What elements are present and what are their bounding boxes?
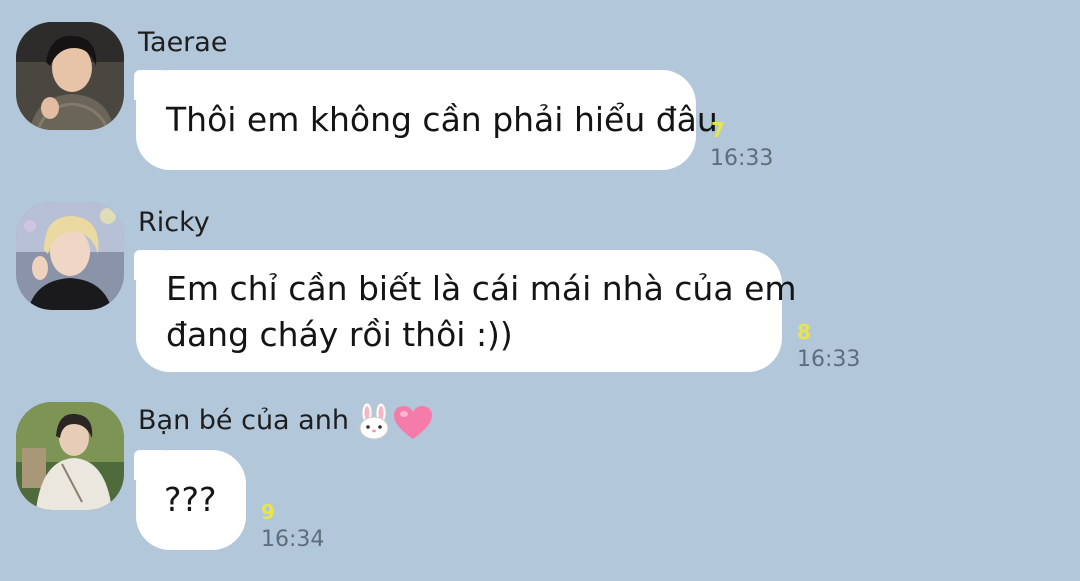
profile-photo-icon [16, 202, 124, 310]
message-text-line: đang cháy rồi thôi :)) [166, 315, 513, 354]
profile-photo-icon [16, 22, 124, 130]
message-text-line: Em chỉ cần biết là cái mái nhà của em [166, 269, 797, 308]
message-text: ??? [164, 480, 217, 519]
rabbit-face-icon [359, 403, 389, 440]
unread-count: 8 [797, 320, 811, 344]
message-time: 16:33 [797, 347, 861, 372]
unread-count: 7 [711, 118, 725, 142]
sender-name: Bạn bé của anh [138, 405, 349, 436]
message-bubble[interactable]: ??? [134, 450, 246, 550]
profile-photo-icon [16, 402, 124, 510]
pink-heart-icon [394, 406, 432, 439]
avatar-ricky[interactable] [16, 202, 124, 310]
message-time: 16:33 [710, 146, 774, 171]
chat-area[interactable]: Taerae Thôi em không cần phải hiểu đâu 7… [0, 0, 1080, 581]
unread-count: 9 [261, 500, 275, 524]
sender-name: Ricky [138, 207, 210, 238]
avatar-taerae[interactable] [16, 22, 124, 130]
message-time: 16:34 [261, 527, 325, 552]
sender-name: Taerae [138, 27, 228, 58]
message-bubble[interactable]: Thôi em không cần phải hiểu đâu [134, 70, 718, 170]
message-text: Thôi em không cần phải hiểu đâu [166, 100, 718, 139]
message-bubble[interactable]: Em chỉ cần biết là cái mái nhà của em đa… [134, 250, 797, 372]
avatar-ban-be-cua-anh[interactable] [16, 402, 124, 510]
